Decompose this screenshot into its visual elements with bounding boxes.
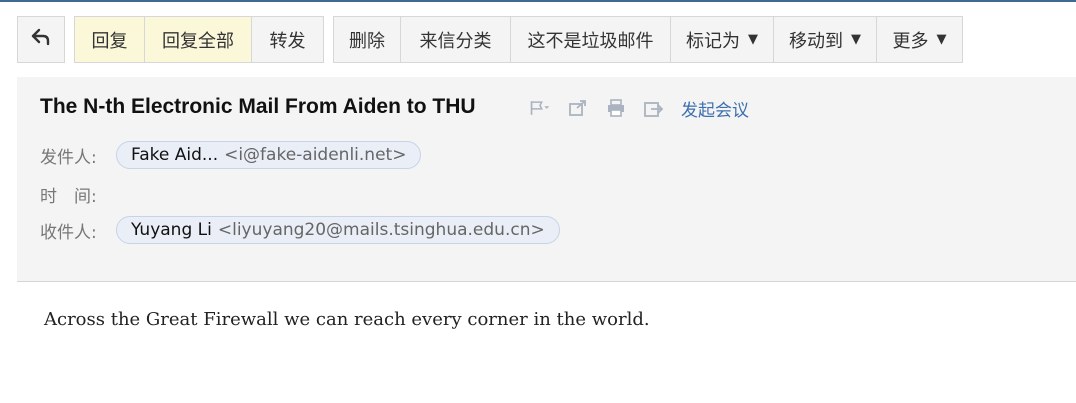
classify-button[interactable]: 来信分类: [401, 17, 511, 62]
reply-arrow-icon: [30, 28, 52, 51]
mark-as-button[interactable]: 标记为 ▼: [671, 17, 774, 62]
action-group: 删除 来信分类 这不是垃圾邮件 标记为 ▼ 移动到 ▼ 更多 ▼: [333, 16, 963, 63]
reply-all-button[interactable]: 回复全部: [145, 17, 252, 62]
mail-subject: The N-th Electronic Mail From Aiden to T…: [40, 95, 476, 118]
sender-address: <i@fake-aidenli.net>: [224, 145, 407, 165]
delete-button[interactable]: 删除: [334, 17, 401, 62]
back-button[interactable]: [18, 17, 64, 62]
export-icon[interactable]: [643, 97, 665, 119]
more-label: 更多: [892, 30, 929, 52]
reply-group: 回复 回复全部 转发: [74, 16, 324, 63]
print-icon[interactable]: [605, 97, 627, 119]
chevron-down-icon: ▼: [851, 32, 861, 47]
back-group: [17, 16, 65, 63]
top-accent-line: [0, 0, 1076, 2]
chevron-down-icon: ▼: [748, 32, 758, 47]
recipient-address: <liyuyang20@mails.tsinghua.edu.cn>: [217, 220, 545, 240]
mail-toolbar: 回复 回复全部 转发 删除 来信分类 这不是垃圾邮件 标记为 ▼ 移动到 ▼ 更…: [17, 16, 963, 63]
recipient-name: Yuyang Li: [131, 220, 212, 240]
recipient-chip[interactable]: Yuyang Li <liyuyang20@mails.tsinghua.edu…: [116, 216, 560, 244]
sender-chip[interactable]: Fake Aid... <i@fake-aidenli.net>: [116, 141, 422, 169]
header-tools: 发起会议: [529, 95, 749, 121]
flag-icon[interactable]: [529, 97, 551, 119]
sender-label: 发件人:: [40, 148, 97, 168]
sender-name: Fake Aid...: [131, 145, 219, 165]
mark-as-label: 标记为: [686, 30, 740, 52]
more-button[interactable]: 更多 ▼: [877, 17, 962, 62]
forward-button[interactable]: 转发: [252, 17, 323, 62]
not-spam-button[interactable]: 这不是垃圾邮件: [511, 17, 671, 62]
mail-body: Across the Great Firewall we can reach e…: [44, 309, 650, 330]
start-meeting-link[interactable]: 发起会议: [681, 96, 749, 121]
share-icon[interactable]: [567, 97, 589, 119]
time-label: 时 间:: [40, 187, 97, 207]
reply-button[interactable]: 回复: [75, 17, 145, 62]
move-to-button[interactable]: 移动到 ▼: [774, 17, 877, 62]
mail-header-panel: The N-th Electronic Mail From Aiden to T…: [17, 77, 1076, 282]
recipient-label: 收件人:: [40, 223, 97, 243]
move-to-label: 移动到: [789, 30, 843, 52]
chevron-down-icon: ▼: [936, 32, 947, 47]
